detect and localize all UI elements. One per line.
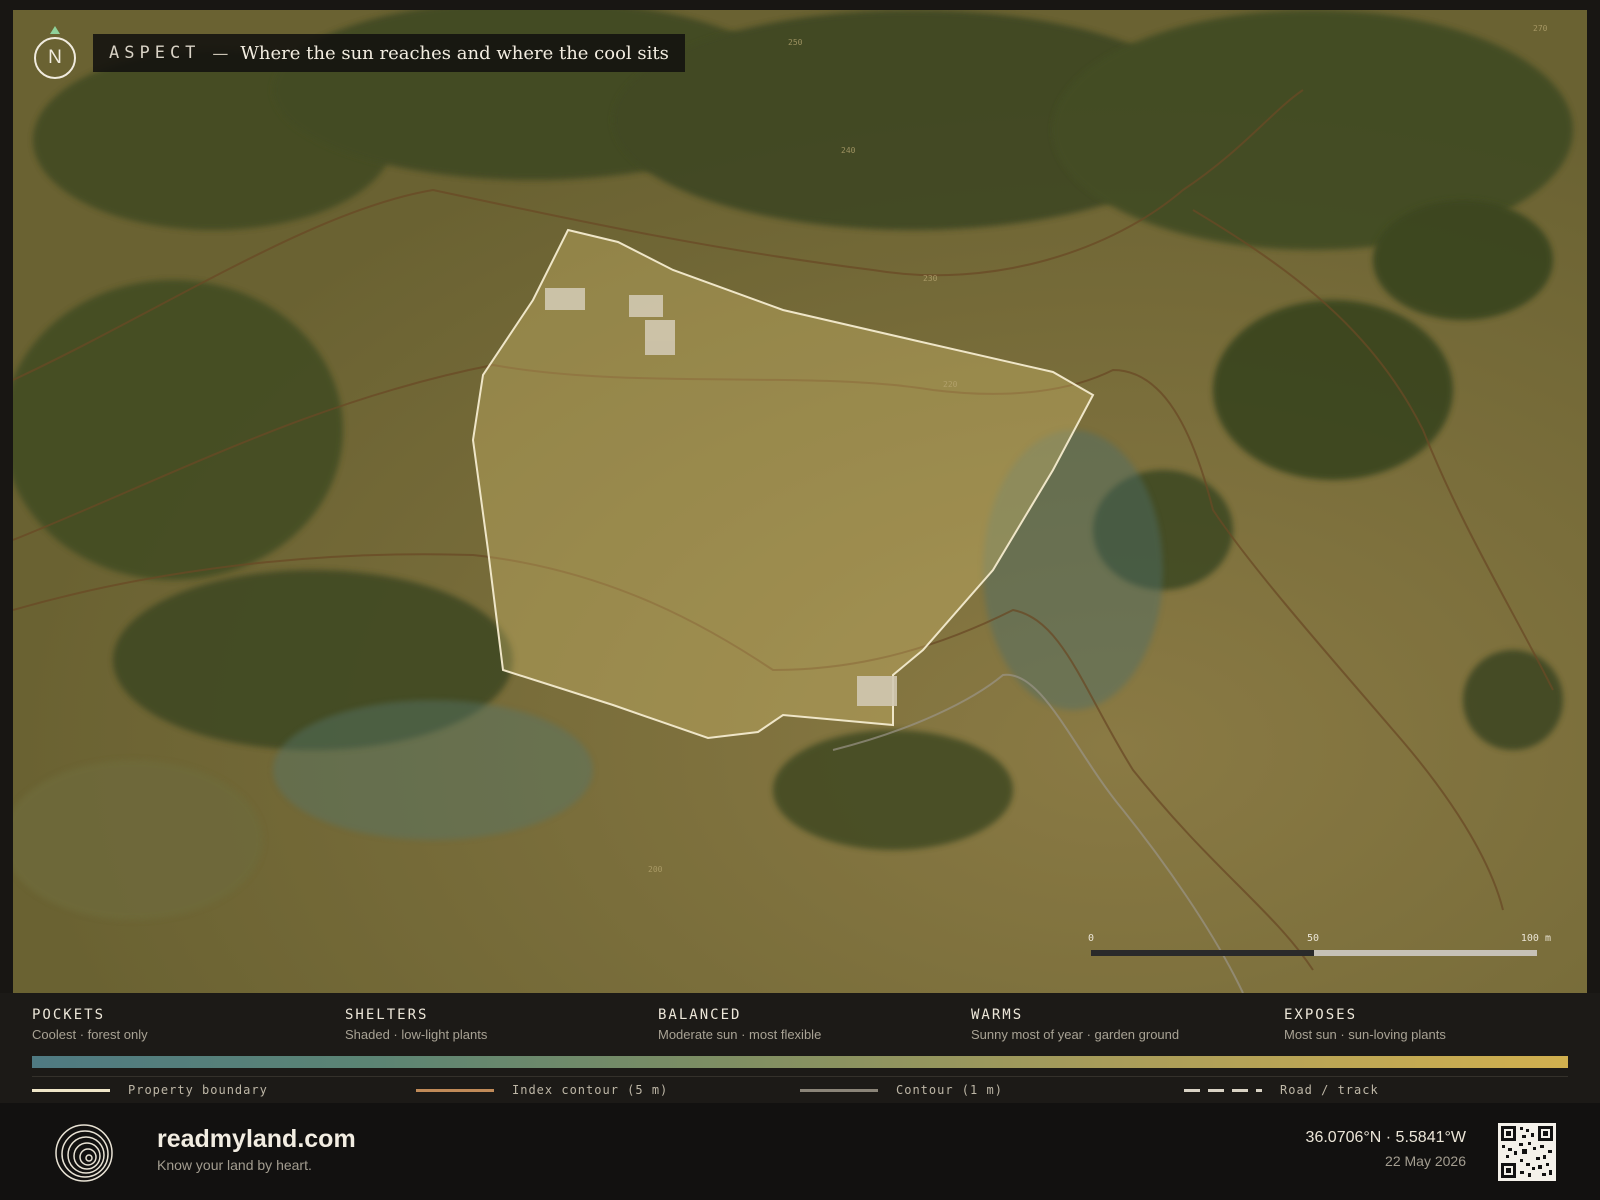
category-desc: Moderate sun · most flexible <box>658 1027 822 1042</box>
qr-code[interactable] <box>1498 1123 1556 1181</box>
key-property-boundary: Property boundary <box>32 1083 268 1097</box>
contour-label: 250 <box>788 38 803 47</box>
contour-label: 230 <box>923 274 938 283</box>
category-desc: Sunny most of year · garden ground <box>971 1027 1180 1042</box>
key-label: Contour (1 m) <box>896 1083 1003 1097</box>
legend-category-exposes: EXPOSES Most sun · sun-loving plants <box>1284 1007 1446 1042</box>
key-road-track: Road / track <box>1184 1083 1379 1097</box>
property-boundary-swatch <box>32 1088 110 1092</box>
aspect-gradient-bar <box>32 1056 1568 1068</box>
key-label: Property boundary <box>128 1083 268 1097</box>
scale-tick-start: 0 <box>1088 933 1095 944</box>
title-label: ASPECT <box>109 43 201 63</box>
legend-divider <box>32 1076 1568 1077</box>
north-label: N <box>48 47 62 68</box>
footer: readmyland.com Know your land by heart. … <box>0 1103 1600 1200</box>
scale-segment-dark <box>1091 950 1314 956</box>
category-desc: Shaded · low-light plants <box>345 1027 488 1042</box>
contour-swatch <box>800 1088 878 1092</box>
scale-segment-light <box>1314 950 1537 956</box>
north-arrow: N <box>33 26 77 82</box>
category-desc: Most sun · sun-loving plants <box>1284 1027 1446 1042</box>
scale-tick-end: 100 m <box>1520 933 1551 944</box>
map-canvas <box>13 10 1587 993</box>
category-name: BALANCED <box>658 1007 742 1023</box>
map-title: ASPECT — Where the sun reaches and where… <box>93 34 685 72</box>
contour-label: 200 <box>648 865 663 874</box>
aerial-map[interactable]: N ASPECT — Where the sun reaches and whe… <box>13 10 1587 993</box>
key-index-contour: Index contour (5 m) <box>416 1083 668 1097</box>
qr-code-icon <box>1498 1123 1556 1181</box>
contour-label: 270 <box>1533 24 1548 33</box>
category-name: EXPOSES <box>1284 1007 1358 1023</box>
aspect-legend: POCKETS Coolest · forest only SHELTERS S… <box>0 993 1600 1103</box>
legend-category-balanced: BALANCED Moderate sun · most flexible <box>658 1007 821 1042</box>
legend-category-warms: WARMS Sunny most of year · garden ground <box>971 1007 1179 1042</box>
category-desc: Coolest · forest only <box>32 1027 148 1042</box>
brand-name[interactable]: readmyland.com <box>157 1125 356 1154</box>
map-date: 22 May 2026 <box>1385 1153 1466 1169</box>
title-text: Where the sun reaches and where the cool… <box>240 42 669 64</box>
category-name: POCKETS <box>32 1007 106 1023</box>
category-name: WARMS <box>971 1007 1024 1023</box>
spiral-logo-icon[interactable] <box>54 1123 114 1183</box>
key-contour: Contour (1 m) <box>800 1083 1003 1097</box>
contour-label: 220 <box>943 380 958 389</box>
contour-label: 240 <box>841 146 856 155</box>
coordinates: 36.0706°N · 5.5841°W <box>1305 1129 1466 1146</box>
key-label: Index contour (5 m) <box>512 1083 669 1097</box>
legend-category-pockets: POCKETS Coolest · forest only <box>32 1007 148 1042</box>
scale-bar: 0 50 100 m <box>1088 933 1551 963</box>
scale-tick-mid: 50 <box>1307 933 1320 944</box>
legend-category-shelters: SHELTERS Shaded · low-light plants <box>345 1007 487 1042</box>
title-dash: — <box>212 43 229 63</box>
category-name: SHELTERS <box>345 1007 429 1023</box>
key-label: Road / track <box>1280 1083 1379 1097</box>
index-contour-swatch <box>416 1088 494 1092</box>
road-track-swatch <box>1184 1088 1262 1092</box>
brand-tagline: Know your land by heart. <box>157 1157 312 1173</box>
